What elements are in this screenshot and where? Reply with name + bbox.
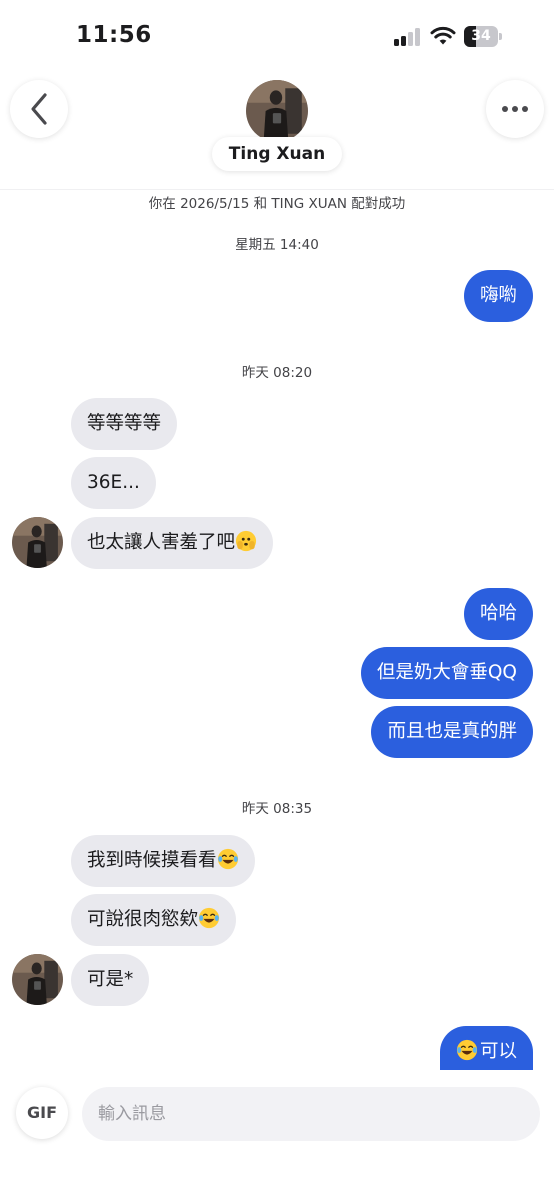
face-peeking-icon [235,530,257,552]
match-notice: 你在 2026/5/15 和 TING XUAN 配對成功 [148,196,406,212]
wifi-icon [430,26,456,45]
message-bubble-incoming[interactable]: 可說很肉慾欸 [71,894,237,946]
battery-icon: 34 [464,26,502,47]
message-text: 而且也是真的胖 [387,721,517,742]
message-bubble-incoming[interactable]: 36E... [71,457,156,509]
timestamp: 星期五 14:40 [235,237,319,253]
message-bubble-outgoing[interactable]: 哈哈 [463,588,533,640]
more-options-button[interactable] [486,80,544,138]
message-text: 36E... [87,472,140,493]
timestamp: 昨天 08:20 [241,365,313,381]
message-bubble-outgoing[interactable]: 嗨喲 [463,270,533,322]
message-text: 也太讓人害羞了吧 [87,532,236,553]
tears-of-joy-icon [198,907,220,929]
profile-name-button[interactable]: Ting Xuan [212,137,342,171]
timestamp: 昨天 08:35 [241,801,313,817]
message-bubble-incoming[interactable]: 等等等等 [71,398,178,450]
chat-header: Ting Xuan [0,70,554,190]
profile-avatar[interactable] [246,80,308,142]
status-time: 11:56 [76,22,152,48]
message-text: 可以 [479,1041,517,1062]
back-button[interactable] [10,80,68,138]
message-composer: GIF [0,1070,554,1199]
sender-avatar[interactable] [12,517,63,568]
message-text: 可說很肉慾欸 [87,909,199,930]
message-bubble-incoming[interactable]: 我到時候摸看看 [71,835,255,887]
message-bubble-outgoing[interactable]: 但是奶大會垂QQ [360,647,533,699]
tears-of-joy-icon [217,848,238,870]
message-bubble-incoming[interactable]: 也太讓人害羞了吧 [71,517,274,569]
message-bubble-outgoing[interactable]: 而且也是真的胖 [371,706,533,758]
gif-button[interactable]: GIF [16,1087,68,1139]
more-dots-icon [502,106,528,112]
message-text: 等等等等 [87,413,162,434]
profile-photo-icon [246,80,308,142]
message-bubble-outgoing[interactable]: 可以 [439,1026,533,1070]
message-text: 但是奶大會垂QQ [376,662,517,683]
sender-avatar[interactable] [12,954,63,1005]
chevron-left-icon [31,93,47,125]
message-text: 可是* [87,969,134,990]
message-input[interactable] [82,1087,540,1141]
message-text: 嗨喲 [479,285,517,306]
battery-percentage: 34 [471,28,491,44]
profile-photo-icon [12,954,63,1005]
tears-of-joy-icon [456,1039,478,1061]
profile-photo-icon [12,517,63,568]
message-bubble-incoming[interactable]: 可是* [71,954,150,1006]
message-text: 哈哈 [479,603,517,624]
status-bar: 11:56 34 [0,0,554,70]
cellular-signal-icon [394,28,422,46]
message-text: 我到時候摸看看 [87,850,217,871]
